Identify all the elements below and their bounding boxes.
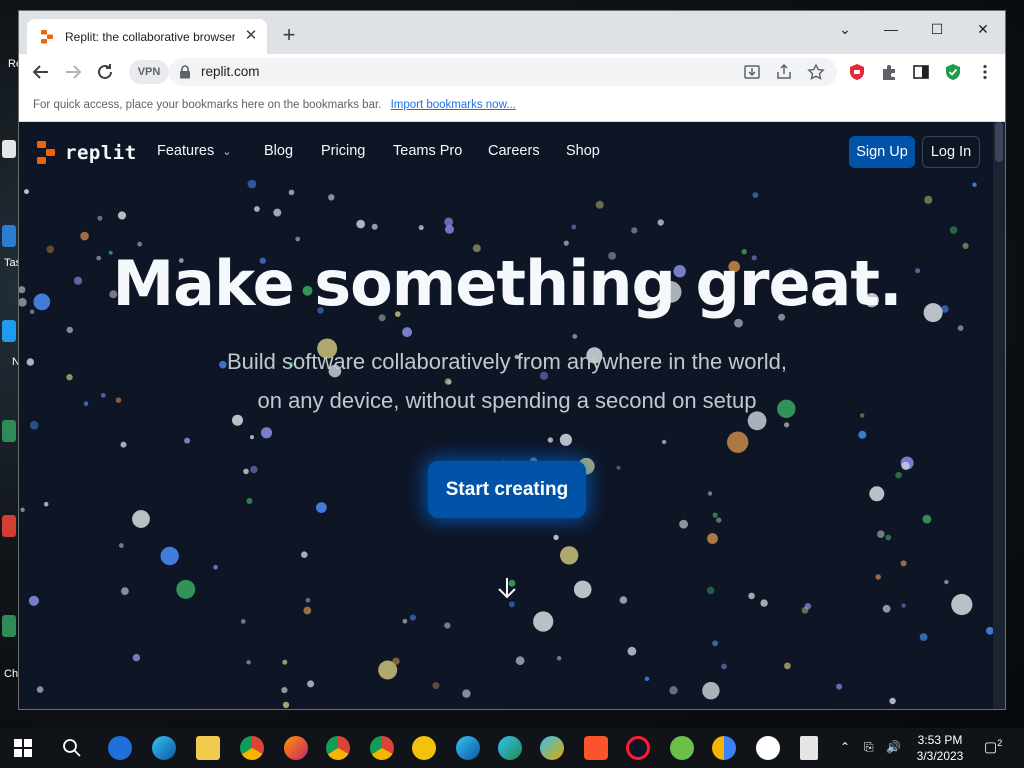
start-creating-button[interactable]: Start creating xyxy=(428,461,586,518)
tray-chevron-up-icon[interactable]: ⌃ xyxy=(840,740,850,754)
more-menu-icon[interactable] xyxy=(976,63,994,81)
firefox-icon[interactable] xyxy=(284,736,308,760)
lock-icon xyxy=(180,65,190,79)
desktop-app-icon[interactable] xyxy=(2,320,16,342)
nav-shop[interactable]: Shop xyxy=(566,143,600,159)
side-panel-icon[interactable] xyxy=(912,63,930,81)
logo-text: replit xyxy=(65,142,137,164)
brave-icon[interactable] xyxy=(584,736,608,760)
replit-logo-icon xyxy=(37,141,55,164)
hero-subtitle-line: Build software collaboratively from anyw… xyxy=(226,349,788,374)
back-button[interactable] xyxy=(29,60,53,84)
browser-tab[interactable]: Replit: the collaborative browser ✕ xyxy=(27,19,267,54)
bookmarks-hint: For quick access, place your bookmarks h… xyxy=(33,99,382,111)
replit-favicon-icon xyxy=(41,29,53,43)
yandex-icon[interactable] xyxy=(756,736,780,760)
tray-clock[interactable]: 3:53 PM 3/3/2023 xyxy=(912,732,968,764)
chevron-down-icon: ⌄ xyxy=(222,146,232,158)
bookmark-star-icon[interactable] xyxy=(807,63,825,81)
hero-subtitle-line: on any device, without spending a second… xyxy=(257,388,757,413)
search-icon[interactable] xyxy=(62,738,82,758)
tab-title: Replit: the collaborative browser xyxy=(65,29,235,44)
import-bookmarks-link[interactable]: Import bookmarks now... xyxy=(391,99,516,111)
edge-beta-icon[interactable] xyxy=(456,736,480,760)
tab-search-dropdown-icon[interactable]: ⌄ xyxy=(825,15,865,43)
windows-taskbar: ⌃ ⎘ 🔊 3:53 PM 3/3/2023 ▢2 xyxy=(0,728,1024,768)
chrome-icon[interactable] xyxy=(240,736,264,760)
notifications-icon[interactable]: ▢2 xyxy=(984,738,1002,756)
maximize-button[interactable]: ☐ xyxy=(917,15,957,43)
file-explorer-icon[interactable] xyxy=(196,736,220,760)
reload-button[interactable] xyxy=(93,60,117,84)
chrome-beta-icon[interactable] xyxy=(326,736,350,760)
nav-teams-pro[interactable]: Teams Pro xyxy=(393,143,462,159)
vivaldi-icon[interactable] xyxy=(670,736,694,760)
forward-button[interactable] xyxy=(61,60,85,84)
opera-icon[interactable] xyxy=(626,736,650,760)
close-window-button[interactable]: ✕ xyxy=(963,15,1003,43)
nav-careers[interactable]: Careers xyxy=(488,143,540,159)
minimize-button[interactable]: — xyxy=(871,15,911,43)
new-tab-button[interactable]: + xyxy=(277,24,301,48)
url-text[interactable]: replit.com xyxy=(201,64,260,79)
network-icon[interactable]: ⎘ xyxy=(864,740,874,755)
chrome-canary-icon[interactable] xyxy=(412,736,436,760)
desktop-app-icon[interactable] xyxy=(2,515,16,537)
edge-canary-icon[interactable] xyxy=(540,736,564,760)
windows-start-icon[interactable] xyxy=(14,739,32,757)
browser-toolbar: VPN replit.com xyxy=(19,54,1005,90)
bookmarks-bar: For quick access, place your bookmarks h… xyxy=(19,90,1005,122)
active-browser-icon[interactable] xyxy=(712,736,736,760)
hero-subtitle: Build software collaboratively from anyw… xyxy=(169,342,845,420)
chrome-dev-icon[interactable] xyxy=(370,736,394,760)
vpn-button[interactable]: VPN xyxy=(129,60,169,84)
tray-time: 3:53 PM xyxy=(917,733,963,747)
scrollbar-thumb[interactable] xyxy=(995,122,1003,162)
nav-features[interactable]: Features ⌄ xyxy=(157,143,231,159)
replit-logo[interactable]: replit xyxy=(37,141,137,165)
volume-icon[interactable]: 🔊 xyxy=(886,740,901,754)
desktop-label[interactable]: Ch xyxy=(4,668,18,680)
browser-window: Replit: the collaborative browser ✕ + ⌄ … xyxy=(18,10,1006,710)
desktop-app-icon[interactable] xyxy=(2,615,16,637)
page-scrollbar[interactable] xyxy=(993,122,1005,709)
sign-up-button[interactable]: Sign Up xyxy=(849,136,915,168)
nav-blog[interactable]: Blog xyxy=(264,143,293,159)
desktop-app-icon[interactable] xyxy=(2,225,16,247)
extensions-puzzle-icon[interactable] xyxy=(880,63,898,81)
edge-dev-icon[interactable] xyxy=(498,736,522,760)
desktop-app-icon[interactable] xyxy=(2,140,16,158)
forward-arrow-icon xyxy=(66,65,82,79)
install-app-icon[interactable] xyxy=(743,63,761,81)
adblock-extension-icon[interactable] xyxy=(848,63,866,81)
security-shield-icon[interactable] xyxy=(944,63,962,81)
site-navbar: replit Features ⌄ Blog Pricing Teams Pro … xyxy=(19,122,995,182)
notification-count: 2 xyxy=(997,738,1003,748)
tray-date: 3/3/2023 xyxy=(916,749,964,763)
scroll-down-arrow-icon[interactable] xyxy=(496,576,518,600)
notepad-icon[interactable] xyxy=(800,736,818,760)
edge-icon[interactable] xyxy=(152,736,176,760)
address-bar[interactable]: replit.com xyxy=(169,58,837,86)
log-in-button[interactable]: Log In xyxy=(922,136,980,168)
reload-icon xyxy=(98,64,112,79)
tab-close-icon[interactable]: ✕ xyxy=(243,28,259,44)
nav-pricing[interactable]: Pricing xyxy=(321,143,365,159)
nav-features-label: Features xyxy=(157,143,215,159)
tab-strip: Replit: the collaborative browser ✕ + ⌄ … xyxy=(19,11,1005,54)
internet-explorer-icon[interactable] xyxy=(108,736,132,760)
desktop-app-icon[interactable] xyxy=(2,420,16,442)
hero-title: Make something great. xyxy=(112,247,902,320)
back-arrow-icon xyxy=(32,65,48,79)
share-icon[interactable] xyxy=(775,63,793,81)
webpage-viewport: replit Features ⌄ Blog Pricing Teams Pro … xyxy=(19,122,995,709)
